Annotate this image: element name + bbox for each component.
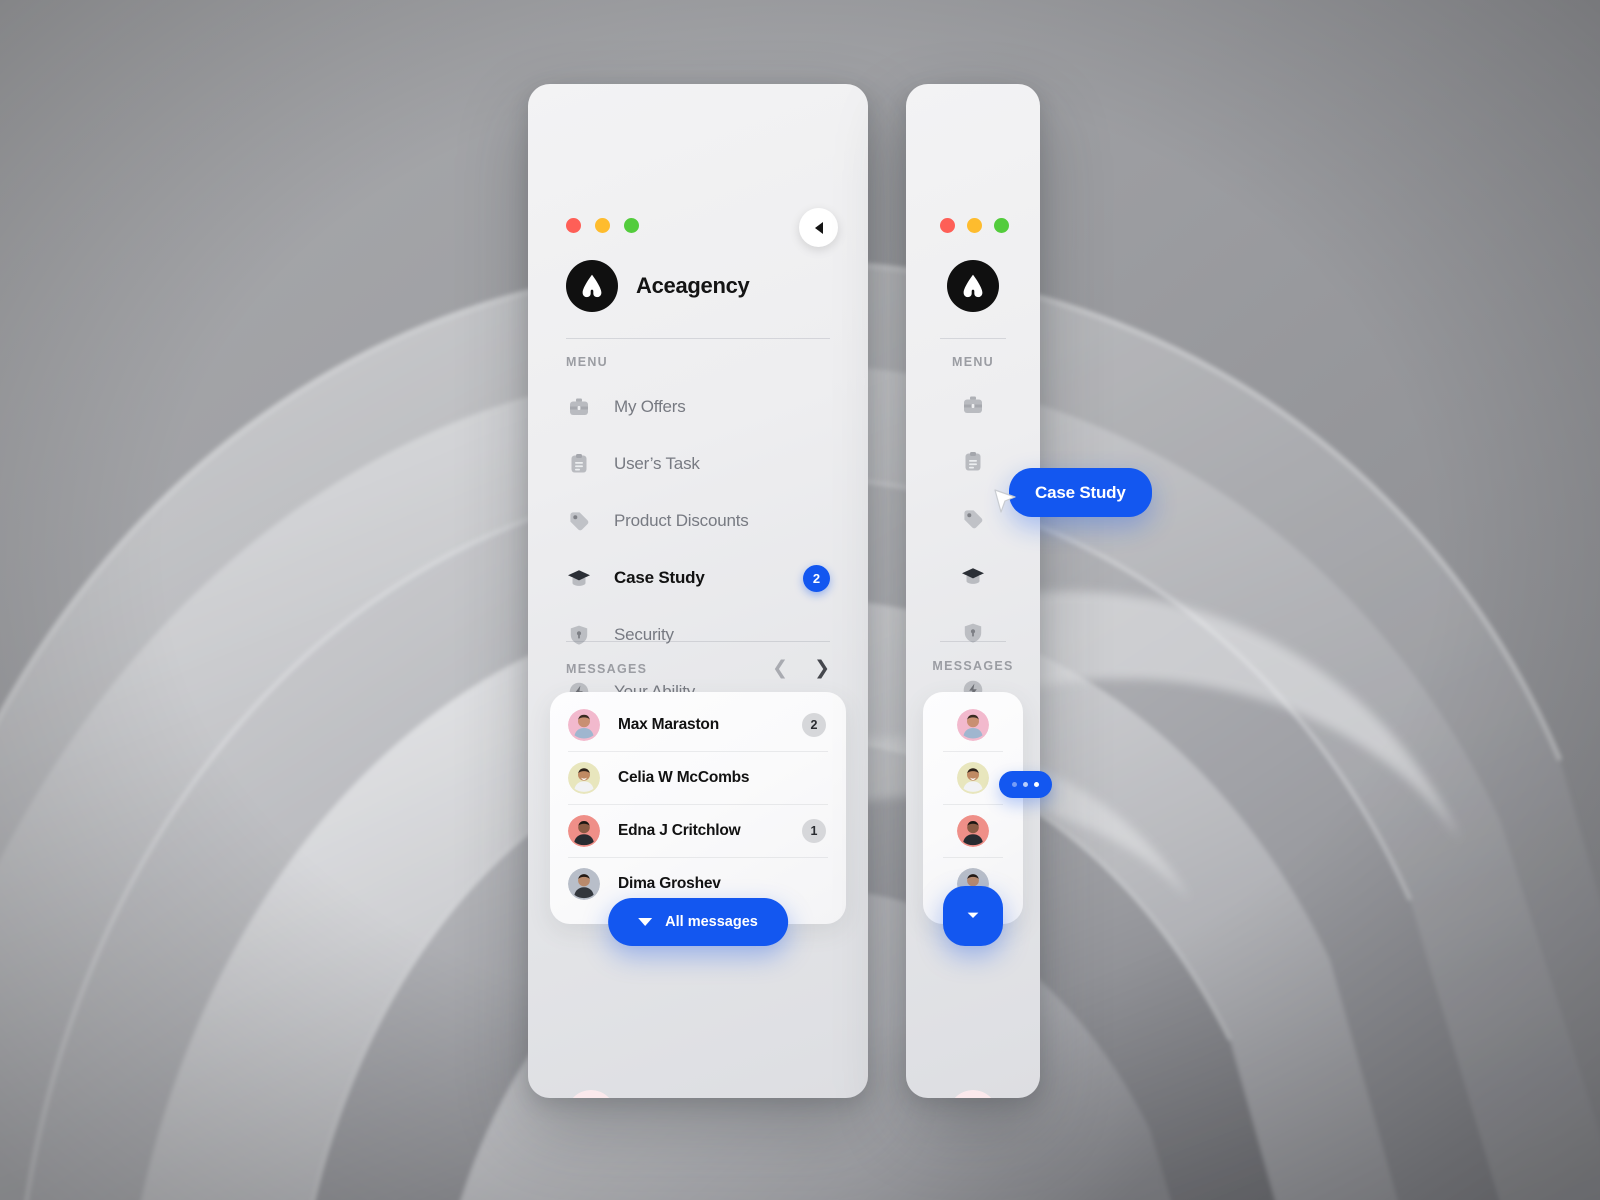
tag-icon <box>566 508 592 534</box>
briefcase-icon <box>566 394 592 420</box>
menu-section-label: MENU <box>951 355 994 369</box>
typing-indicator-bubble <box>999 771 1052 798</box>
header-divider <box>940 338 1006 339</box>
menu-divider <box>566 641 830 642</box>
brand[interactable]: Aceagency <box>566 260 750 312</box>
typing-dot <box>1023 782 1028 787</box>
window-traffic-lights <box>940 218 1009 233</box>
sidebar-item-label: Case Study <box>614 568 705 587</box>
message-contact-name: Max Maraston <box>618 715 719 733</box>
all-messages-button[interactable]: All messages <box>608 898 788 946</box>
expanded-sidebar-panel: Aceagency MENU My Offers User’s Task Pro… <box>528 84 868 1098</box>
menu-divider <box>940 641 1006 642</box>
sidebar-item-case-study[interactable]: Case Study 2 <box>566 561 830 595</box>
message-contact-name: Celia W McCombs <box>618 769 750 786</box>
all-messages-label: All messages <box>665 914 758 930</box>
window-maximize-button[interactable] <box>994 218 1009 233</box>
message-list-item[interactable]: Edna J Critchlow 1 <box>568 804 828 857</box>
message-list-item[interactable] <box>923 698 1023 751</box>
typing-dot <box>1012 782 1017 787</box>
messages-section-label-wrap: MESSAGES <box>906 659 1040 673</box>
message-list-item[interactable]: Max Maraston 2 <box>568 698 828 751</box>
window-minimize-button[interactable] <box>595 218 610 233</box>
user-profile[interactable]: AmirBaqian Product Designer <box>566 1090 742 1098</box>
clipboard-icon <box>961 450 985 479</box>
sidebar-menu-list: My Offers User’s Task Product Discounts … <box>566 390 830 732</box>
message-list-item[interactable]: Celia W McCombs <box>568 751 828 804</box>
brand-logo[interactable] <box>906 260 1040 312</box>
collapse-sidebar-button[interactable] <box>799 208 838 247</box>
sidebar-item-my-offers[interactable]: My Offers <box>566 390 830 424</box>
collapsed-messages-wrapper <box>906 692 1040 946</box>
avatar <box>568 815 600 847</box>
sidebar-item-product-discounts[interactable]: Product Discounts <box>566 504 830 538</box>
chevron-right-icon[interactable]: ❯ <box>814 659 830 678</box>
message-contact-name: Dima Groshev <box>618 875 721 892</box>
window-close-button[interactable] <box>940 218 955 233</box>
triangle-left-icon <box>814 221 823 234</box>
shield-lock-icon <box>961 621 985 650</box>
avatar <box>957 762 989 794</box>
mouse-cursor-icon <box>992 488 1018 523</box>
messages-header: MESSAGES ❮ ❯ <box>566 659 830 678</box>
collapsed-menu-list <box>906 390 1040 732</box>
sidebar-item-label: User’s Task <box>614 454 700 473</box>
avatar <box>568 868 600 900</box>
tag-icon <box>961 507 985 536</box>
clipboard-icon <box>566 451 592 477</box>
window-minimize-button[interactable] <box>967 218 982 233</box>
chevron-left-icon[interactable]: ❮ <box>772 659 788 678</box>
messages-section-label: MESSAGES <box>566 661 648 676</box>
collapsed-sidebar-panel: MENU MESSAGES <box>906 84 1040 1098</box>
user-profile-name: AmirBaqian <box>634 1095 742 1098</box>
tooltip-label: Case Study <box>1035 482 1126 502</box>
sidebar-item-badge: 2 <box>803 564 830 592</box>
avatar <box>948 1090 998 1098</box>
triangle-down-icon <box>638 918 653 926</box>
sidebar-item-label: Product Discounts <box>614 511 749 530</box>
avatar <box>568 762 600 794</box>
messages-nav: ❮ ❯ <box>772 659 830 678</box>
avatar <box>566 1090 616 1098</box>
avatar <box>568 708 600 741</box>
message-unread-count: 2 <box>802 712 826 737</box>
graduation-cap-icon <box>960 563 986 594</box>
ace-spade-logo-icon <box>947 260 999 312</box>
all-messages-button[interactable] <box>943 886 1003 946</box>
sidebar-item-case-study[interactable] <box>906 561 1040 595</box>
window-close-button[interactable] <box>566 218 581 233</box>
brand-name: Aceagency <box>636 273 750 298</box>
message-list-item[interactable] <box>943 751 1003 804</box>
sidebar-item-label: Security <box>614 625 674 644</box>
sidebar-item-security[interactable]: Security <box>566 618 830 652</box>
sidebar-item-security[interactable] <box>906 618 1040 652</box>
user-profile[interactable] <box>906 1090 1040 1098</box>
briefcase-icon <box>961 393 985 422</box>
sidebar-item-my-offers[interactable] <box>906 390 1040 424</box>
avatar <box>957 815 989 847</box>
menu-section-label: MENU <box>566 355 609 369</box>
messages-section-label: MESSAGES <box>932 659 1014 673</box>
message-contact-name: Edna J Critchlow <box>618 822 741 839</box>
messages-card: Max Maraston 2 Celia W McCombs Edna J Cr… <box>550 692 846 924</box>
avatar <box>957 708 989 741</box>
window-traffic-lights <box>566 218 639 233</box>
message-unread-count: 1 <box>802 819 826 843</box>
user-profile-text: AmirBaqian Product Designer <box>634 1095 742 1098</box>
chevron-down-icon <box>963 905 983 928</box>
case-study-tooltip: Case Study <box>1009 468 1152 517</box>
sidebar-item-label: My Offers <box>614 397 686 416</box>
typing-dot <box>1034 782 1039 787</box>
graduation-cap-icon <box>566 565 592 591</box>
header-divider <box>566 338 830 339</box>
sidebar-item-users-task[interactable]: User’s Task <box>566 447 830 481</box>
window-maximize-button[interactable] <box>624 218 639 233</box>
messages-card-wrapper: Max Maraston 2 Celia W McCombs Edna J Cr… <box>550 692 846 946</box>
menu-section-label-wrap: MENU <box>906 355 1040 369</box>
shield-lock-icon <box>566 622 592 648</box>
ace-spade-logo-icon <box>566 260 618 312</box>
message-list-item[interactable] <box>943 804 1003 857</box>
